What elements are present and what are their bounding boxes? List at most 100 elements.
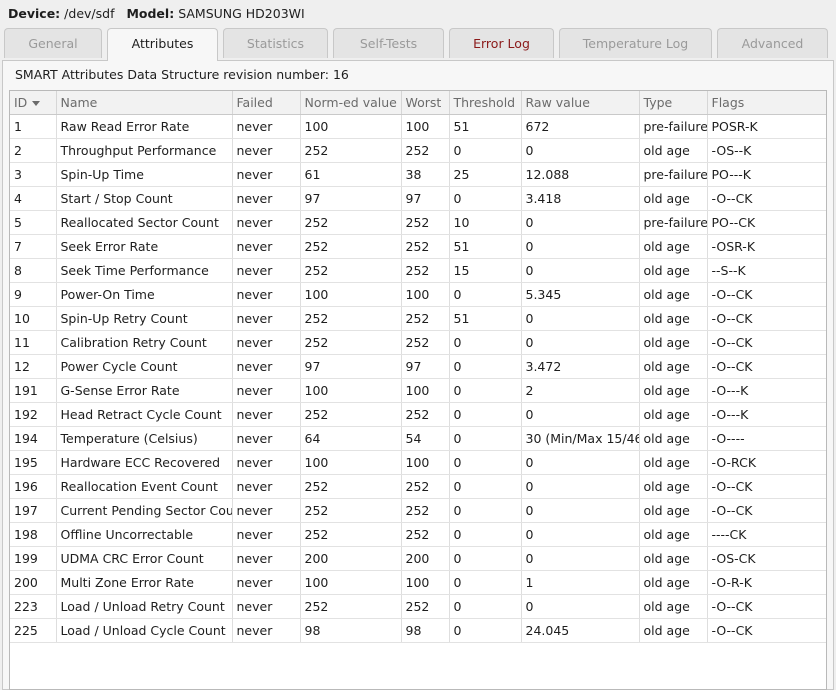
cell-type: old age [639, 618, 708, 643]
cell-threshold: 0 [449, 378, 522, 403]
cell-normed-value: 100 [300, 378, 402, 403]
cell-raw-value: 0 [521, 234, 640, 259]
table-row[interactable]: 195 Hardware ECC Recovered never 100 100 0 0 ol… [10, 450, 826, 475]
cell-name: Power-On Time [56, 282, 233, 307]
tab-statistics[interactable]: Statistics [223, 28, 328, 58]
table-row[interactable]: 10 Spin-Up Retry Count never 252 252 51 0 old a… [10, 306, 826, 331]
cell-worst: 252 [401, 138, 450, 163]
table-row[interactable]: 7 Seek Error Rate never 252 252 51 0 old age -OS… [10, 234, 826, 259]
cell-failed: never [232, 522, 301, 547]
cell-type: old age [639, 546, 708, 571]
cell-raw-value: 0 [521, 474, 640, 499]
cell-failed: never [232, 546, 301, 571]
cell-flags: --S--K [707, 258, 826, 283]
table-row[interactable]: 11 Calibration Retry Count never 252 252 0 0 ol… [10, 330, 826, 355]
table-row[interactable]: 8 Seek Time Performance never 252 252 15 0 old … [10, 258, 826, 283]
cell-id: 3 [10, 162, 57, 187]
cell-type: old age [639, 330, 708, 355]
cell-worst: 252 [401, 594, 450, 619]
cell-worst: 97 [401, 186, 450, 211]
cell-failed: never [232, 210, 301, 235]
cell-id: 12 [10, 354, 57, 379]
cell-threshold: 25 [449, 162, 522, 187]
column-header-failed[interactable]: Failed [232, 91, 301, 115]
cell-flags: PO---K [707, 162, 826, 187]
column-header-id[interactable]: ID [10, 91, 57, 115]
cell-flags: -O--CK [707, 474, 826, 499]
table-row[interactable]: 192 Head Retract Cycle Count never 252 252 0 0… [10, 402, 826, 427]
cell-normed-value: 100 [300, 114, 402, 139]
cell-worst: 252 [401, 306, 450, 331]
table-row[interactable]: 2 Throughput Performance never 252 252 0 0 old … [10, 138, 826, 163]
cell-raw-value: 24.045 [521, 618, 640, 643]
cell-name: Seek Error Rate [56, 234, 233, 259]
cell-raw-value: 0 [521, 522, 640, 547]
cell-failed: never [232, 570, 301, 595]
cell-name: UDMA CRC Error Count [56, 546, 233, 571]
cell-failed: never [232, 426, 301, 451]
revision-text: SMART Attributes Data Structure revision… [15, 67, 349, 82]
table-row[interactable]: 194 Temperature (Celsius) never 64 54 0 30 (Mi… [10, 426, 826, 451]
cell-flags: -OSR-K [707, 234, 826, 259]
tab-error-log[interactable]: Error Log [449, 28, 554, 58]
column-header-name[interactable]: Name [56, 91, 233, 115]
table-row[interactable]: 5 Reallocated Sector Count never 252 252 10 0 p… [10, 210, 826, 235]
cell-type: old age [639, 402, 708, 427]
table-row[interactable]: 223 Load / Unload Retry Count never 252 252 0… [10, 594, 826, 619]
table-row[interactable]: 200 Multi Zone Error Rate never 100 100 0 1 old… [10, 570, 826, 595]
tab-attributes[interactable]: Attributes [107, 28, 218, 61]
table-row[interactable]: 4 Start / Stop Count never 97 97 0 3.418 old ag… [10, 186, 826, 211]
table-row[interactable]: 198 Offline Uncorrectable never 252 252 0 0 old… [10, 522, 826, 547]
cell-id: 195 [10, 450, 57, 475]
column-header-raw-value[interactable]: Raw value [521, 91, 640, 115]
cell-worst: 97 [401, 354, 450, 379]
column-header-flags[interactable]: Flags [707, 91, 826, 115]
cell-failed: never [232, 330, 301, 355]
cell-threshold: 0 [449, 138, 522, 163]
cell-id: 9 [10, 282, 57, 307]
cell-flags: -O--CK [707, 330, 826, 355]
cell-type: old age [639, 138, 708, 163]
cell-id: 194 [10, 426, 57, 451]
column-header-threshold[interactable]: Threshold [449, 91, 522, 115]
column-header-worst[interactable]: Worst [401, 91, 450, 115]
cell-flags: -OS--K [707, 138, 826, 163]
cell-id: 196 [10, 474, 57, 499]
cell-name: Head Retract Cycle Count [56, 402, 233, 427]
cell-threshold: 0 [449, 594, 522, 619]
table-row[interactable]: 225 Load / Unload Cycle Count never 98 98 0 24… [10, 618, 826, 643]
cell-worst: 252 [401, 330, 450, 355]
cell-normed-value: 252 [300, 474, 402, 499]
cell-type: old age [639, 378, 708, 403]
cell-type: pre-failure [639, 162, 708, 187]
cell-threshold: 0 [449, 426, 522, 451]
cell-flags: -O--CK [707, 498, 826, 523]
table-row[interactable]: 1 Raw Read Error Rate never 100 100 51 672 pre-… [10, 114, 826, 139]
cell-type: old age [639, 186, 708, 211]
table-row[interactable]: 191 G-Sense Error Rate never 100 100 0 2 old ag… [10, 378, 826, 403]
table-row[interactable]: 9 Power-On Time never 100 100 0 5.345 old age -O… [10, 282, 826, 307]
tab-advanced[interactable]: Advanced [717, 28, 828, 58]
table-row[interactable]: 3 Spin-Up Time never 61 38 25 12.088 pre-failur… [10, 162, 826, 187]
table-row[interactable]: 197 Current Pending Sector Count never 252 2… [10, 498, 826, 523]
tab-temperature-log[interactable]: Temperature Log [559, 28, 712, 58]
cell-type: old age [639, 258, 708, 283]
tab-self-tests[interactable]: Self-Tests [333, 28, 444, 58]
column-header-type[interactable]: Type [639, 91, 708, 115]
cell-threshold: 0 [449, 474, 522, 499]
cell-flags: -O--CK [707, 186, 826, 211]
cell-type: old age [639, 594, 708, 619]
table-row[interactable]: 199 UDMA CRC Error Count never 200 200 0 0 old … [10, 546, 826, 571]
column-header-id-label: ID [14, 95, 28, 110]
attributes-table-frame[interactable]: ID Name Failed Norm-ed value Worst Thres… [9, 90, 827, 690]
cell-threshold: 0 [449, 522, 522, 547]
cell-name: Reallocated Sector Count [56, 210, 233, 235]
tab-general[interactable]: General [4, 28, 102, 58]
cell-threshold: 0 [449, 282, 522, 307]
column-header-normed-value[interactable]: Norm-ed value [300, 91, 402, 115]
table-row[interactable]: 12 Power Cycle Count never 97 97 0 3.472 old ag… [10, 354, 826, 379]
cell-flags: POSR-K [707, 114, 826, 139]
cell-worst: 252 [401, 234, 450, 259]
cell-name: Temperature (Celsius) [56, 426, 233, 451]
table-row[interactable]: 196 Reallocation Event Count never 252 252 0 0… [10, 474, 826, 499]
